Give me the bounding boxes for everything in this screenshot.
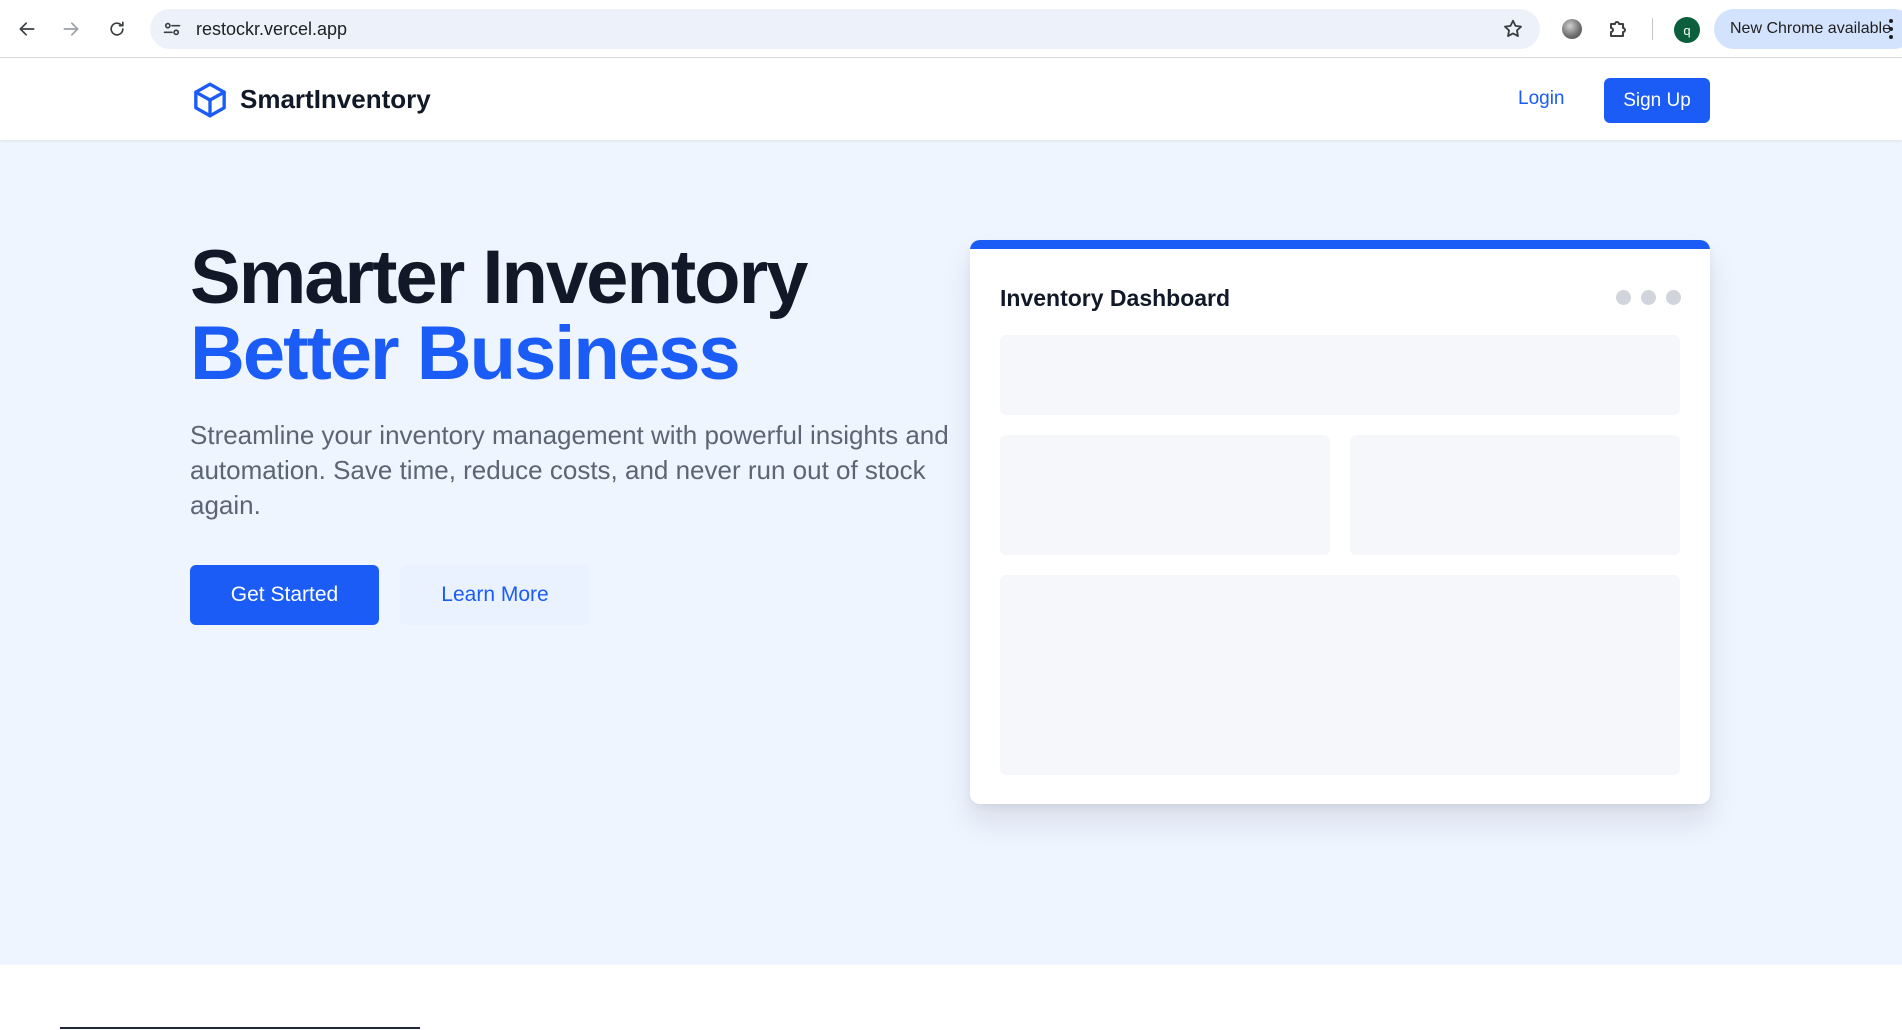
cube-icon (190, 80, 230, 120)
kebab-menu-icon[interactable] (1888, 19, 1894, 39)
puzzle-icon[interactable] (1606, 17, 1630, 41)
hero-subtext: Streamline your inventory management wit… (190, 420, 949, 520)
url-text[interactable]: restockr.vercel.app (196, 19, 347, 40)
next-section (0, 965, 1902, 1030)
hero-headline-line2: Better Business (190, 311, 741, 396)
window-dot (1666, 290, 1681, 305)
extension-ball-icon[interactable] (1562, 19, 1582, 39)
get-started-button[interactable]: Get Started (190, 565, 379, 625)
placeholder-tile-right (1350, 435, 1680, 555)
forward-icon[interactable] (56, 14, 86, 44)
placeholder-chart-area (1000, 575, 1680, 775)
address-bar[interactable]: restockr.vercel.app (150, 9, 1540, 49)
back-icon[interactable] (12, 14, 42, 44)
window-dot (1616, 290, 1631, 305)
section-divider (60, 1027, 420, 1029)
star-icon[interactable] (1502, 18, 1524, 40)
window-dot (1641, 290, 1656, 305)
site-header: SmartInventory Login Sign Up (0, 58, 1902, 140)
brand-name[interactable]: SmartInventory (240, 84, 431, 115)
placeholder-tile-left (1000, 435, 1330, 555)
login-link[interactable]: Login (1518, 88, 1565, 110)
learn-more-button[interactable]: Learn More (400, 565, 590, 625)
placeholder-banner (1000, 335, 1680, 415)
dashboard-title: Inventory Dashboard (1000, 285, 1231, 311)
toolbar-divider (1652, 18, 1653, 40)
browser-toolbar: restockr.vercel.app q New Chrome availab… (0, 0, 1902, 58)
site-info-icon[interactable] (162, 19, 182, 39)
update-chrome-button[interactable]: New Chrome available (1714, 9, 1902, 49)
reload-icon[interactable] (102, 14, 132, 44)
hero-section: Smarter Inventory Better Business Stream… (0, 140, 1902, 965)
card-accent-bar (970, 240, 1710, 249)
profile-avatar[interactable]: q (1674, 17, 1700, 43)
hero-headline-line1: Smarter Inventory (190, 235, 808, 320)
sign-up-button[interactable]: Sign Up (1604, 78, 1710, 123)
dashboard-preview-card: Inventory Dashboard (970, 240, 1710, 804)
